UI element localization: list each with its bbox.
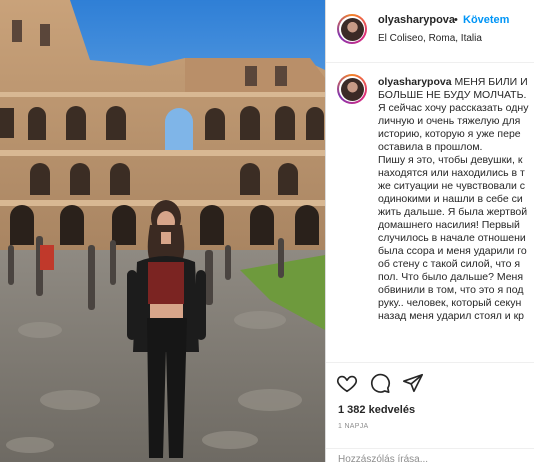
post-photo[interactable] xyxy=(0,0,325,462)
post-caption: olyasharypova МЕНЯ БИЛИ И БОЛЬШЕ НЕ БУДУ… xyxy=(378,76,534,323)
caption-line: оставила в прошлом. xyxy=(378,141,483,153)
caption-line: находятся или находились в т xyxy=(378,167,525,179)
post-header: olyasharypova • Követem El Coliseo, Roma… xyxy=(326,0,534,63)
post-timestamp[interactable]: 1 NAPJA xyxy=(338,423,369,430)
caption-avatar[interactable] xyxy=(337,74,367,104)
separator-dot: • xyxy=(454,14,458,26)
comment-icon[interactable] xyxy=(369,372,391,394)
follow-button[interactable]: Követem xyxy=(463,14,509,26)
actions-divider xyxy=(326,362,534,363)
heart-icon[interactable] xyxy=(336,372,358,394)
caption-line: личную и очень тяжелую для xyxy=(378,115,521,127)
caption-line: olyasharypova МЕНЯ БИЛИ И xyxy=(378,76,528,88)
caption-line: случилось в начале отношени xyxy=(378,232,526,244)
caption-line: назад меня ударил стоял и кр xyxy=(378,310,525,322)
caption-line: была ссора и меня ударили го xyxy=(378,245,527,257)
caption-line: одинокими и нашли в себе си xyxy=(378,193,523,205)
likes-count[interactable]: 1 382 kedvelés xyxy=(338,404,415,416)
caption-line: руку.. человек, который секун xyxy=(378,297,522,309)
caption-line: БОЛЬШЕ НЕ БУДУ МОЛЧАТЬ. xyxy=(378,89,527,101)
location-link[interactable]: El Coliseo, Roma, Italia xyxy=(378,33,482,44)
username-link[interactable]: olyasharypova xyxy=(378,14,455,26)
colosseum-photo-illustration xyxy=(0,0,325,462)
comment-input[interactable]: Hozzászólás írása... xyxy=(338,454,428,462)
caption-line: обвинили в том, что это я под xyxy=(378,284,524,296)
post-details-pane: olyasharypova • Követem El Coliseo, Roma… xyxy=(326,0,534,462)
caption-line: об стену с такой силой, что я xyxy=(378,258,521,270)
avatar[interactable] xyxy=(337,14,367,44)
caption-line: Пишу я это, чтобы девушки, к xyxy=(378,154,523,166)
caption-line: историю, которую я уже пере xyxy=(378,128,521,140)
share-icon[interactable] xyxy=(402,372,424,394)
comment-divider xyxy=(326,448,534,449)
caption-line: домашнего насилия! Первый xyxy=(378,219,520,231)
caption-line: жить дальше. Я была жертвой xyxy=(378,206,528,218)
caption-username[interactable]: olyasharypova xyxy=(378,76,452,88)
caption-line: же ситуации не чувствовали с xyxy=(378,180,526,192)
caption-line: Я сейчас хочу рассказать одну xyxy=(378,102,529,114)
caption-line: пол. Что было дальше? Меня xyxy=(378,271,524,283)
